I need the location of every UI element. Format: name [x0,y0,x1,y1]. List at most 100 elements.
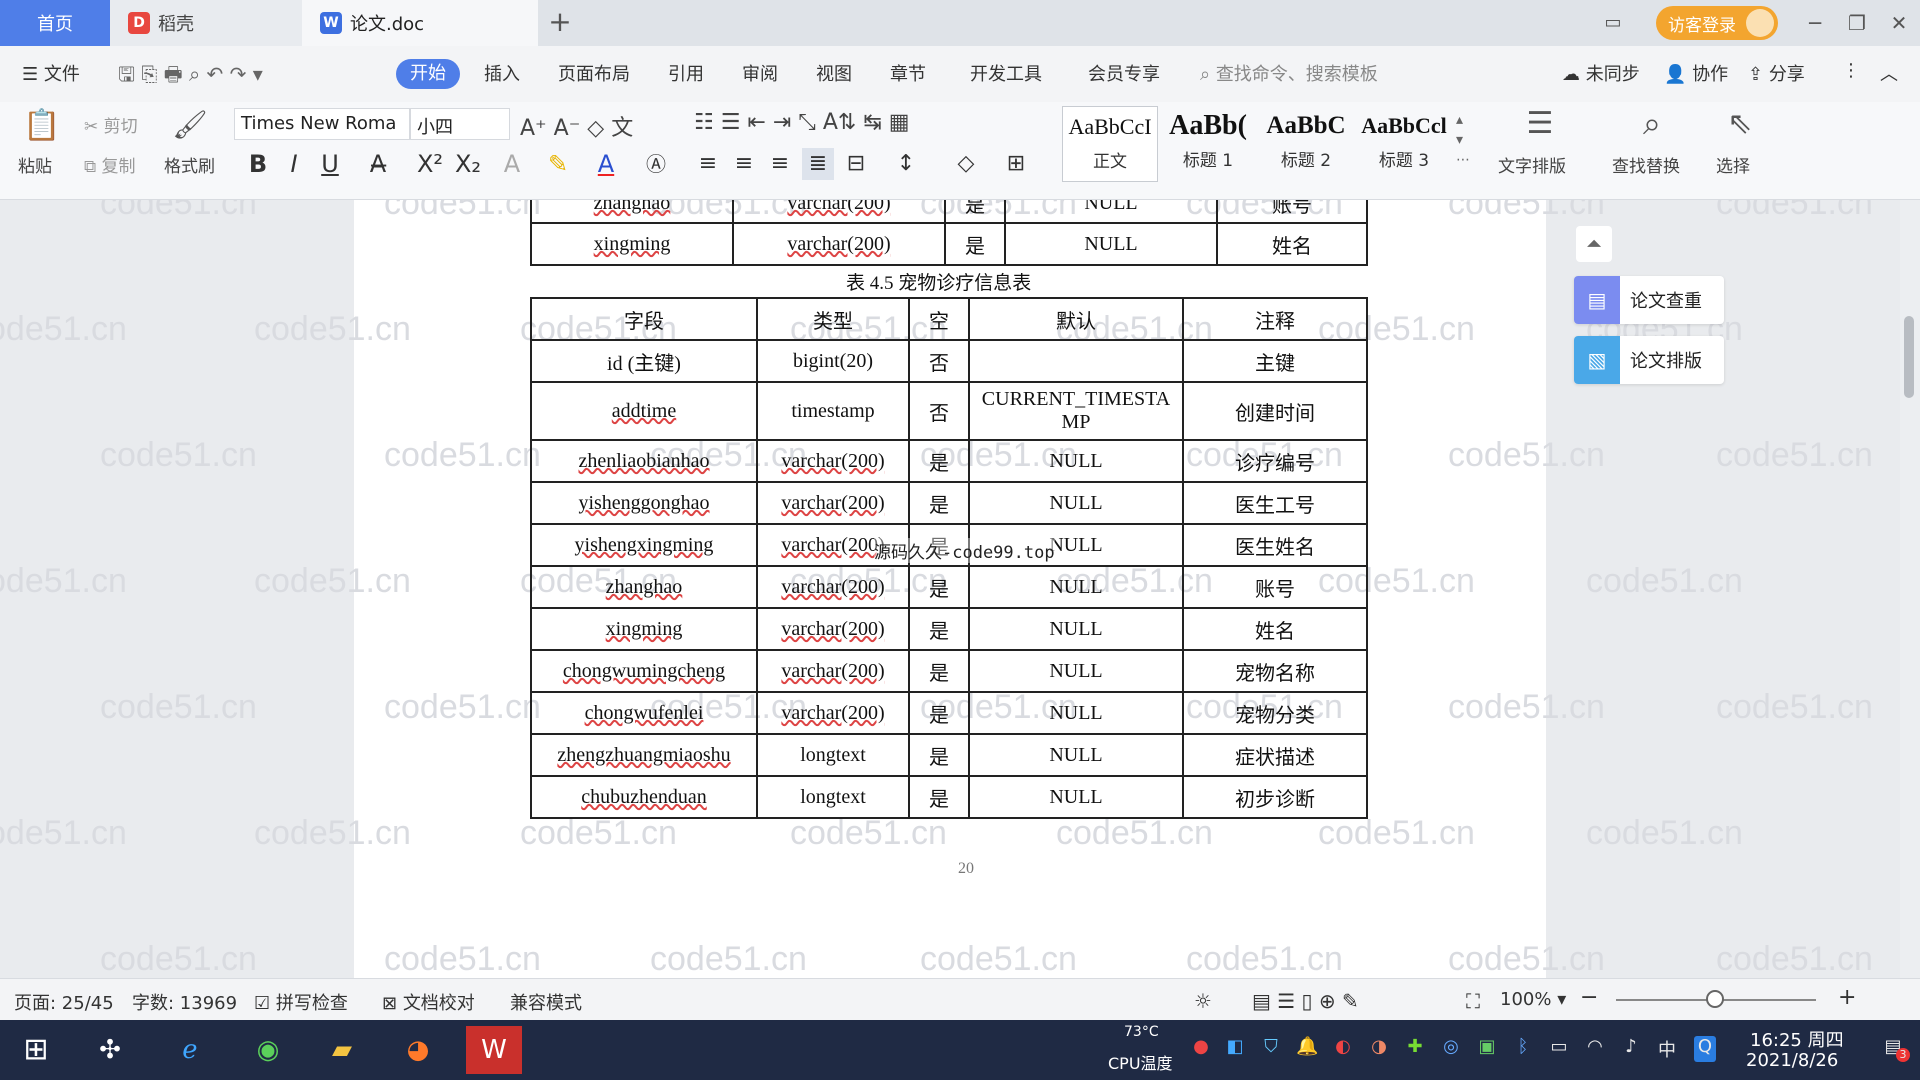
close-button[interactable]: ✕ [1884,8,1914,38]
align-right-icon[interactable]: ≡ [764,148,796,180]
underline-icon[interactable]: U [314,148,346,180]
cursor-select-icon[interactable]: ⇖ [1720,106,1760,141]
highlight-icon[interactable]: ✎ [542,148,574,180]
borders-icon[interactable]: ⊞ [1000,148,1032,180]
eye-protect-icon[interactable]: ☼ [1194,989,1212,1013]
tab-docer[interactable]: D 稻壳 [110,0,302,46]
list-indent-icons[interactable]: ☷ ☰ ⇤ ⇥ ⤡ A⇅ ↹ ▦ [694,110,910,135]
menu-page-layout[interactable]: 页面布局 [558,60,630,86]
spell-check-button[interactable]: ☑ 拼写检查 [254,989,348,1015]
style-heading-2[interactable]: AaBbC 标题 2 [1258,106,1354,182]
more-icon[interactable]: ⋮ [1842,60,1860,81]
char-border-icon[interactable]: Ⓐ [640,148,672,180]
media-app-icon[interactable]: ◕ [394,1026,442,1074]
proofread-button[interactable]: ⊠ 文档校对 [382,989,475,1015]
tray-monitor-icon[interactable]: ◧ [1224,1036,1246,1062]
italic-icon[interactable]: I [278,148,310,180]
menu-member[interactable]: 会员专享 [1088,60,1160,86]
menu-chapter[interactable]: 章节 [890,60,926,86]
menu-start[interactable]: 开始 [396,59,460,89]
scrollbar-thumb[interactable] [1904,316,1914,398]
sync-status[interactable]: ☁ 未同步 [1562,60,1640,86]
bluetooth-icon[interactable]: ᛒ [1512,1036,1534,1062]
word-count[interactable]: 字数: 13969 [132,989,237,1015]
browser-360-icon[interactable]: ◉ [244,1026,292,1074]
fit-page-icon[interactable]: ⛶ [1466,989,1480,1013]
tray-app-icon[interactable]: ● [1190,1036,1212,1062]
collab-button[interactable]: 👤 协作 [1664,60,1728,86]
new-tab-button[interactable]: + [543,6,577,40]
strikethrough-icon[interactable]: A̶ [362,148,394,180]
zoom-slider-handle[interactable] [1706,990,1724,1008]
plus-icon[interactable]: ✚ [1404,1036,1426,1062]
bold-icon[interactable]: B [242,148,274,180]
restore-button[interactable]: ❐ [1842,8,1872,38]
quick-access-icons[interactable]: 🖫 ⎘ 🖶 ⌕ ↶ ↷ ▾ [118,60,263,94]
menu-dev-tools[interactable]: 开发工具 [970,60,1042,86]
file-menu[interactable]: ☰ 文件 [22,60,80,86]
find-replace-button[interactable]: 查找替换 [1612,152,1680,177]
styles-scroll-icon[interactable]: ▴ ▾ ⋯ [1456,110,1470,170]
nvidia-icon[interactable]: ▣ [1476,1036,1498,1062]
battery-icon[interactable]: ▭ [1548,1036,1570,1062]
command-search[interactable]: ⌕ 查找命令、搜索模板 [1200,60,1378,86]
guest-login-button[interactable]: 访客登录 [1656,6,1778,40]
qq-icon[interactable]: Q [1694,1036,1716,1062]
font-grow-shrink-icons[interactable]: A⁺ A⁻ ◇ 文 [520,110,633,142]
notification-icon[interactable]: ▤ 3 [1878,1036,1910,1062]
collapse-ribbon-icon[interactable]: ︿ [1880,60,1898,86]
select-button[interactable]: 选择 [1716,152,1750,177]
clock-date[interactable]: 2021/8/26 [1746,1050,1838,1071]
line-spacing-icon[interactable]: ↕ [890,148,922,180]
font-name-select[interactable]: Times New Roma [234,108,410,140]
paper-layout-button[interactable]: ▧ 论文排版 [1574,336,1724,384]
style-heading-1[interactable]: AaBb(标题 1 [1160,106,1256,182]
menu-view[interactable]: 视图 [816,60,852,86]
ie-browser-icon[interactable]: ℯ [166,1026,214,1074]
format-painter-button[interactable]: 格式刷 [164,152,215,177]
copy-button[interactable]: ⧉ 复制 [84,152,136,177]
zoom-select[interactable]: 100% ▾ [1500,989,1566,1010]
layout-icon[interactable]: ▭ [1598,8,1628,38]
text-effect-icon[interactable]: A [496,148,528,180]
wps-taskbar-icon[interactable]: W [466,1026,522,1074]
tray-app2-icon[interactable]: ◐ [1332,1036,1354,1062]
bell-icon[interactable]: 🔔 [1296,1036,1318,1062]
magnifier-icon[interactable]: ⌕ [1632,104,1672,143]
menu-review[interactable]: 审阅 [742,60,778,86]
justify-icon[interactable]: ≣ [802,148,834,180]
tray-app3-icon[interactable]: ◑ [1368,1036,1390,1062]
paper-check-button[interactable]: ▤ 论文查重 [1574,276,1724,324]
align-icons[interactable]: ≡ [692,148,724,180]
file-explorer-icon[interactable]: ▰ [318,1026,366,1074]
format-painter-icon[interactable]: 🖌 [172,108,208,141]
font-color-icon[interactable]: A [590,148,622,180]
zoom-in-icon[interactable]: + [1838,985,1856,1010]
paste-button[interactable]: 粘贴 [18,152,52,177]
wifi-icon[interactable]: ◠ [1584,1036,1606,1062]
style-heading-3[interactable]: AaBbCcl 标题 3 [1356,106,1452,182]
scroll-top-icon[interactable]: ⏶ [1576,226,1612,262]
clock-time[interactable]: 16:25 周四 [1750,1026,1844,1052]
ime-indicator[interactable]: 中 [1656,1036,1678,1062]
minimize-button[interactable]: ─ [1800,8,1830,38]
tab-document[interactable]: W 论文.doc [302,0,538,46]
view-mode-icons[interactable]: ▤ ☰ ▯ ⊕ ✎ [1252,989,1359,1013]
subscript-icon[interactable]: X₂ [452,148,484,180]
share-button[interactable]: ⇪ 分享 [1748,60,1805,86]
menu-references[interactable]: 引用 [668,60,704,86]
align-center-icon[interactable]: ≡ [728,148,760,180]
menu-insert[interactable]: 插入 [484,60,520,86]
text-layout-button[interactable]: 文字排版 [1498,152,1566,177]
font-size-select[interactable]: 小四 [410,108,510,140]
shading-icon[interactable]: ◇ [950,148,982,180]
windows-start-icon[interactable]: ⊞ [12,1026,60,1074]
distribute-icon[interactable]: ⊟ [840,148,872,180]
tab-home[interactable]: 首页 [0,0,110,46]
zoom-out-icon[interactable]: − [1580,985,1598,1010]
fan-app-icon[interactable]: ✣ [86,1026,134,1074]
volume-icon[interactable]: ♪ [1620,1036,1642,1062]
paste-icon[interactable]: 📋 [22,108,62,143]
shield-icon[interactable]: ⛉ [1260,1036,1282,1062]
cut-button[interactable]: ✂ 剪切 [84,112,138,137]
